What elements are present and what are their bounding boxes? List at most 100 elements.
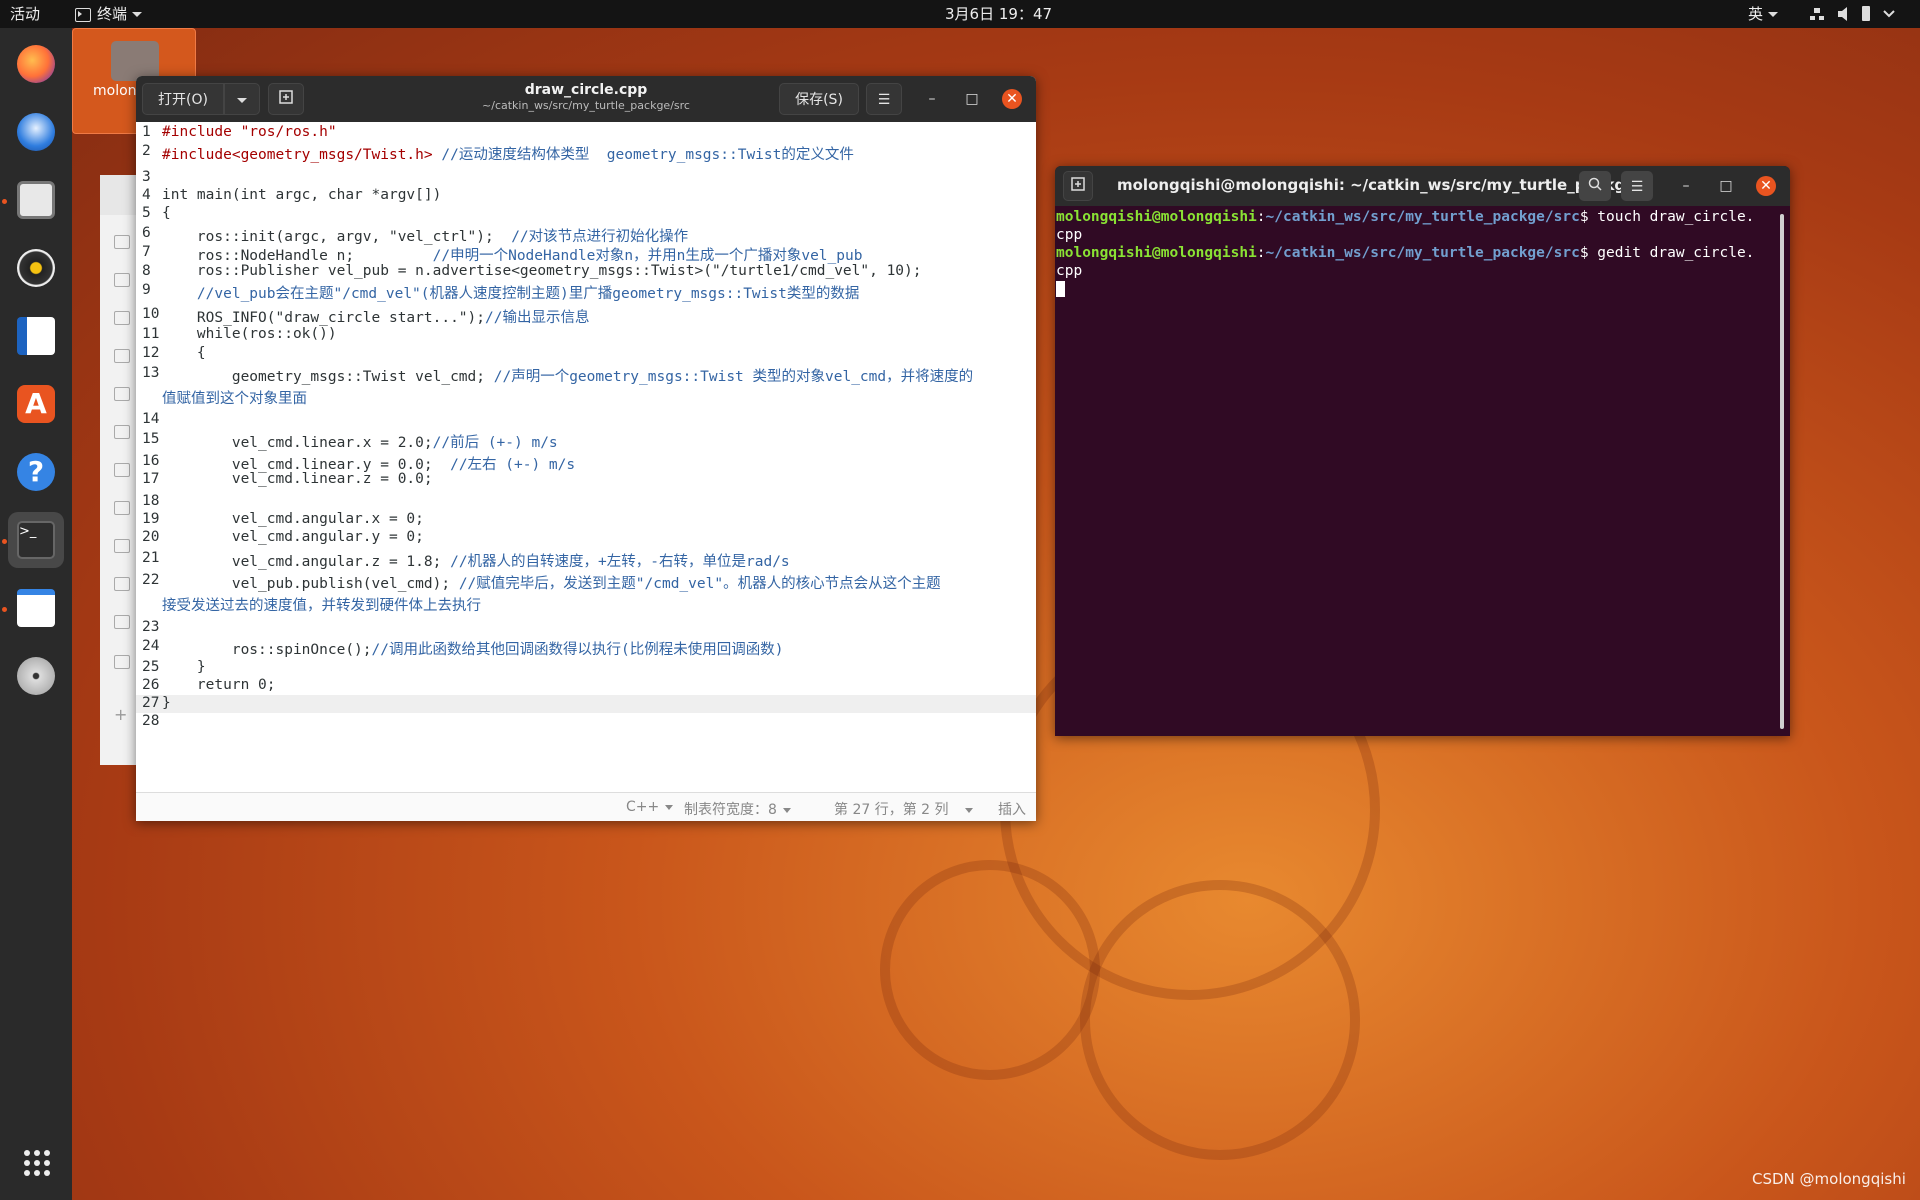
system-menu[interactable]: [1810, 0, 1910, 28]
clock[interactable]: 3月6日 19：47: [945, 0, 1052, 28]
dock-text-editor[interactable]: [8, 580, 64, 636]
new-tab-button[interactable]: [268, 83, 304, 115]
maximize-icon: □: [1719, 178, 1733, 194]
tab-width-label: 制表符宽度：8: [684, 802, 777, 818]
help-icon: ?: [17, 453, 55, 491]
line-number: 4: [142, 187, 151, 203]
dock-disc[interactable]: [8, 648, 64, 704]
videos-icon: [114, 387, 130, 401]
open-recent-dropdown[interactable]: [224, 83, 260, 115]
line-number: 23: [142, 619, 160, 635]
firefox-icon: [17, 45, 55, 83]
pictures-icon: [114, 425, 130, 439]
top-bar: 活动 终端 3月6日 19：47 英: [0, 0, 1920, 28]
hamburger-icon: ☰: [1630, 179, 1644, 195]
code-line: 12 {: [136, 345, 1036, 363]
open-button[interactable]: 打开(O): [142, 83, 224, 115]
code-text: vel_cmd.angular.x = 0;: [162, 511, 424, 527]
input-method-menu[interactable]: 英: [1748, 0, 1779, 28]
terminal-scrollbar[interactable]: [1780, 214, 1784, 729]
dock-files[interactable]: [8, 172, 64, 228]
chevron-down-icon: [964, 807, 973, 813]
tab-width-selector[interactable]: 制表符宽度：8: [684, 799, 791, 819]
watermark: CSDN @molongqishi: [1752, 1170, 1906, 1188]
code-text: ROS_INFO("draw_circle start...");//输出显示信…: [162, 310, 590, 326]
terminal-menu-button[interactable]: ☰: [1621, 171, 1653, 201]
software-store-icon: A: [17, 385, 55, 423]
dock-firefox[interactable]: [8, 36, 64, 92]
code-text: int main(int argc, char *argv[]): [162, 187, 442, 203]
code-line: 15 vel_cmd.linear.x = 2.0;//前后 (+-) m/s: [136, 431, 1036, 451]
command-wrap-text: cpp: [1056, 263, 1083, 279]
trash-icon: [114, 577, 130, 591]
code-line: 2 #include<geometry_msgs/Twist.h> //运动速度结…: [136, 143, 1036, 163]
search-button[interactable]: [1579, 171, 1611, 201]
chevron-down-icon: [665, 804, 674, 810]
dock-libreoffice-writer[interactable]: [8, 308, 64, 364]
minimize-icon: –: [1682, 178, 1690, 194]
minimize-button[interactable]: –: [1676, 176, 1696, 196]
wallpaper-swirl: [880, 860, 1100, 1080]
activities-button[interactable]: 活动: [10, 0, 40, 28]
show-applications-button[interactable]: [8, 1134, 64, 1190]
code-text: geometry_msgs::Twist vel_cmd; //声明一个geom…: [162, 369, 974, 385]
dock-rhythmbox[interactable]: [8, 240, 64, 296]
cursor-position-selector[interactable]: 第 27 行，第 2 列: [834, 799, 973, 819]
chevron-down-icon: [237, 97, 247, 103]
code-text: }: [162, 659, 206, 675]
close-button[interactable]: ✕: [1002, 89, 1022, 109]
line-number: 16: [142, 453, 160, 469]
line-number: 26: [142, 677, 160, 693]
language-selector[interactable]: C++: [626, 799, 674, 815]
maximize-button[interactable]: □: [962, 89, 982, 109]
insert-mode-indicator: 插入: [998, 799, 1026, 819]
code-line: 28: [136, 713, 1036, 731]
dock-terminal[interactable]: >_: [8, 512, 64, 568]
code-line: 23: [136, 619, 1036, 637]
terminal-title: molongqishi@molongqishi: ~/catkin_ws/src…: [1117, 176, 1643, 194]
save-button-label: 保存(S): [795, 92, 843, 108]
save-button[interactable]: 保存(S): [779, 83, 859, 115]
terminal-line: cpp: [1056, 226, 1776, 244]
network-icon: [1814, 8, 1820, 13]
line-number: 1: [142, 124, 151, 140]
line-number: 3: [142, 169, 151, 185]
desktop-icon: [114, 349, 130, 363]
prompt-path: ~/catkin_ws/src/my_turtle_packge/src: [1265, 209, 1580, 225]
maximize-button[interactable]: □: [1716, 176, 1736, 196]
code-line: 1 #include "ros/ros.h": [136, 124, 1036, 142]
files-window-background[interactable]: +: [100, 175, 141, 765]
code-line: 21 vel_cmd.angular.z = 1.8; //机器人的自转速度，+…: [136, 550, 1036, 570]
menu-button[interactable]: ☰: [866, 83, 902, 115]
new-tab-icon: [1071, 177, 1085, 191]
input-method-label: 英: [1748, 5, 1764, 23]
code-text: return 0;: [162, 677, 276, 693]
line-number: 18: [142, 493, 160, 509]
line-number: 11: [142, 326, 160, 342]
new-tab-button[interactable]: [1063, 171, 1093, 201]
status-bar: C++ 制表符宽度：8 第 27 行，第 2 列 插入: [136, 792, 1036, 821]
gedit-window: 打开(O) draw_circle.cpp ~/catkin_ws/src/my…: [136, 76, 1036, 821]
dock-thunderbird[interactable]: [8, 104, 64, 160]
code-line: 16 vel_cmd.linear.y = 0.0; //左右 (+-) m/s: [136, 453, 1036, 473]
line-number: 6: [142, 225, 151, 241]
disc-icon: [17, 657, 55, 695]
code-text: vel_pub.publish(vel_cmd); //赋值完毕后，发送到主题"…: [162, 576, 941, 592]
command-wrap-text: cpp: [1056, 227, 1083, 243]
terminal-output[interactable]: molongqishi@molongqishi:~/catkin_ws/src/…: [1056, 208, 1776, 298]
minimize-button[interactable]: –: [922, 89, 942, 109]
dock-software[interactable]: A: [8, 376, 64, 432]
code-editor[interactable]: 1 #include "ros/ros.h" 2 #include<geometry_…: [136, 122, 1036, 792]
code-text: ros::NodeHandle n; //申明一个NodeHandle对象n，并…: [162, 248, 863, 264]
line-number: 24: [142, 638, 160, 654]
terminal-line: [1056, 280, 1776, 298]
dock-help[interactable]: ?: [8, 444, 64, 500]
close-button[interactable]: ✕: [1756, 176, 1776, 196]
code-line: 14: [136, 411, 1036, 429]
prompt-user: molongqishi@molongqishi: [1056, 209, 1257, 225]
close-icon: ✕: [1006, 91, 1018, 107]
wallpaper-swirl: [1080, 880, 1360, 1160]
app-menu[interactable]: 终端: [75, 0, 143, 28]
language-label: C++: [626, 799, 660, 815]
code-line: 25 }: [136, 659, 1036, 677]
